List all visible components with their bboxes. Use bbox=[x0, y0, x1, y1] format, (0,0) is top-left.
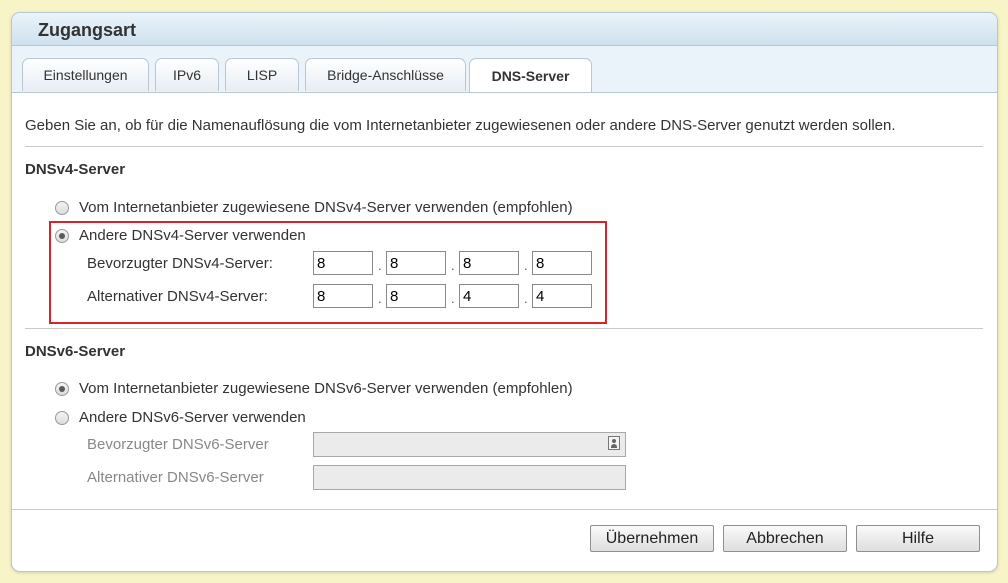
cancel-button[interactable]: Abbrechen bbox=[723, 525, 847, 552]
dnsv4-option-other-label: Andere DNSv4-Server verwenden bbox=[79, 227, 306, 244]
dnsv4-preferred-octet-3[interactable] bbox=[459, 251, 519, 275]
dnsv4-preferred-octet-4[interactable] bbox=[532, 251, 592, 275]
tab-lisp[interactable]: LISP bbox=[225, 58, 299, 91]
divider bbox=[25, 146, 983, 147]
octet-separator: . bbox=[451, 258, 455, 273]
tab-ipv6[interactable]: IPv6 bbox=[155, 58, 219, 91]
tab-bar: Einstellungen IPv6 LISP Bridge-Anschlüss… bbox=[12, 46, 997, 93]
dnsv6-alternate-input[interactable] bbox=[313, 465, 626, 490]
dnsv4-alternate-label: Alternativer DNSv4-Server: bbox=[87, 288, 268, 305]
dnsv4-alternate-octet-3[interactable] bbox=[459, 284, 519, 308]
octet-separator: . bbox=[378, 258, 382, 273]
dnsv4-alternate-octet-2[interactable] bbox=[386, 284, 446, 308]
divider bbox=[25, 328, 983, 329]
contact-card-icon[interactable] bbox=[608, 436, 620, 450]
dnsv4-option-isp-label: Vom Internetanbieter zugewiesene DNSv4-S… bbox=[79, 199, 573, 216]
intro-text: Geben Sie an, ob für die Namenauflösung … bbox=[25, 117, 896, 134]
dnsv4-preferred-label: Bevorzugter DNSv4-Server: bbox=[87, 255, 273, 272]
apply-button[interactable]: Übernehmen bbox=[590, 525, 714, 552]
octet-separator: . bbox=[524, 258, 528, 273]
dnsv6-option-isp[interactable]: Vom Internetanbieter zugewiesene DNSv6-S… bbox=[55, 380, 573, 397]
dnsv6-option-isp-label: Vom Internetanbieter zugewiesene DNSv6-S… bbox=[79, 380, 573, 397]
dnsv6-option-other[interactable]: Andere DNSv6-Server verwenden bbox=[55, 409, 306, 426]
dnsv4-option-other[interactable]: Andere DNSv4-Server verwenden bbox=[55, 227, 306, 244]
dnsv4-radio-isp[interactable] bbox=[55, 200, 69, 215]
dnsv6-radio-other[interactable] bbox=[55, 410, 69, 425]
dnsv6-section-title: DNSv6-Server bbox=[25, 343, 126, 360]
panel-title: Zugangsart bbox=[38, 20, 137, 40]
dnsv4-section-title: DNSv4-Server bbox=[25, 161, 126, 178]
dnsv6-radio-isp[interactable] bbox=[55, 381, 69, 396]
dnsv6-preferred-label: Bevorzugter DNSv6-Server bbox=[87, 436, 269, 453]
tab-bridge-anschluesse[interactable]: Bridge-Anschlüsse bbox=[305, 58, 466, 91]
dnsv4-alternate-octet-1[interactable] bbox=[313, 284, 373, 308]
tab-dns-server[interactable]: DNS-Server bbox=[469, 58, 592, 92]
octet-separator: . bbox=[378, 291, 382, 306]
octet-separator: . bbox=[524, 291, 528, 306]
dnsv4-alternate-octet-4[interactable] bbox=[532, 284, 592, 308]
panel-header: Zugangsart bbox=[12, 13, 997, 46]
settings-panel: Zugangsart Einstellungen IPv6 LISP Bridg… bbox=[11, 12, 998, 572]
dnsv4-preferred-octet-2[interactable] bbox=[386, 251, 446, 275]
dnsv4-option-isp[interactable]: Vom Internetanbieter zugewiesene DNSv4-S… bbox=[55, 199, 573, 216]
tab-einstellungen[interactable]: Einstellungen bbox=[22, 58, 149, 91]
dnsv6-preferred-input[interactable] bbox=[313, 432, 626, 457]
dnsv4-preferred-octet-1[interactable] bbox=[313, 251, 373, 275]
divider bbox=[12, 509, 997, 510]
dnsv4-radio-other[interactable] bbox=[55, 228, 69, 243]
dnsv6-alternate-label: Alternativer DNSv6-Server bbox=[87, 469, 264, 486]
dnsv6-option-other-label: Andere DNSv6-Server verwenden bbox=[79, 409, 306, 426]
octet-separator: . bbox=[451, 291, 455, 306]
help-button[interactable]: Hilfe bbox=[856, 525, 980, 552]
